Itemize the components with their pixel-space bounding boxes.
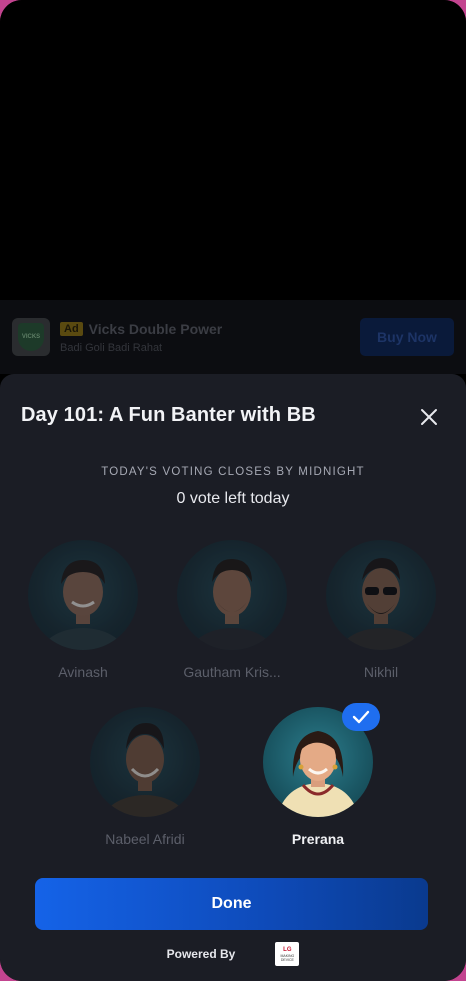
checkmark-icon [352, 710, 370, 724]
phone-screen: VICKS Ad Vicks Double Power Badi Goli Ba… [0, 0, 466, 981]
avatar [326, 540, 436, 650]
candidate-card[interactable]: Nabeel Afridi [75, 707, 215, 847]
sponsor-tagline: MAKING DEVICE [280, 953, 295, 962]
candidate-name: Nabeel Afridi [105, 831, 185, 847]
candidate-card[interactable]: Avinash [13, 540, 153, 680]
avatar [28, 540, 138, 650]
close-button[interactable] [414, 402, 444, 432]
video-player[interactable] [0, 0, 466, 300]
avatar [177, 540, 287, 650]
candidate-name: Avinash [58, 664, 108, 680]
ad-title: Vicks Double Power [88, 320, 223, 337]
votes-left: 0 vote left today [176, 490, 290, 507]
candidate-card[interactable]: Gautham Kris... [162, 540, 302, 680]
ad-logo: VICKS [12, 318, 50, 356]
buy-now-button[interactable]: Buy Now [360, 318, 454, 356]
close-icon [421, 409, 437, 425]
candidate-name: Gautham Kris... [183, 664, 281, 680]
ad-text: Ad Vicks Double Power Badi Goli Badi Rah… [60, 321, 360, 354]
ad-badge: Ad [60, 321, 83, 336]
powered-by: Powered By LG MAKING DEVICE [0, 942, 466, 966]
candidate-name: Nikhil [363, 664, 399, 680]
candidate-card-selected[interactable]: Prerana [248, 703, 388, 847]
ad-banner[interactable]: VICKS Ad Vicks Double Power Badi Goli Ba… [0, 300, 466, 374]
sponsor-logo: LG MAKING DEVICE [275, 942, 300, 966]
sheet-title: Day 101: A Fun Banter with BB [21, 404, 316, 426]
voting-sheet: Day 101: A Fun Banter with BB TODAY'S VO… [0, 374, 466, 981]
voting-deadline: TODAY'S VOTING CLOSES BY MIDNIGHT [101, 466, 365, 478]
avatar [90, 707, 200, 817]
candidate-card[interactable]: Nikhil [311, 540, 451, 680]
selected-badge [342, 703, 380, 731]
ad-subtitle: Badi Goli Badi Rahat [60, 341, 163, 354]
candidate-name: Prerana [291, 831, 345, 847]
sponsor-logo-text: LG [283, 946, 292, 953]
powered-by-label: Powered By [166, 947, 236, 961]
vicks-logo-icon: VICKS [18, 323, 44, 351]
done-button[interactable]: Done [35, 878, 428, 930]
